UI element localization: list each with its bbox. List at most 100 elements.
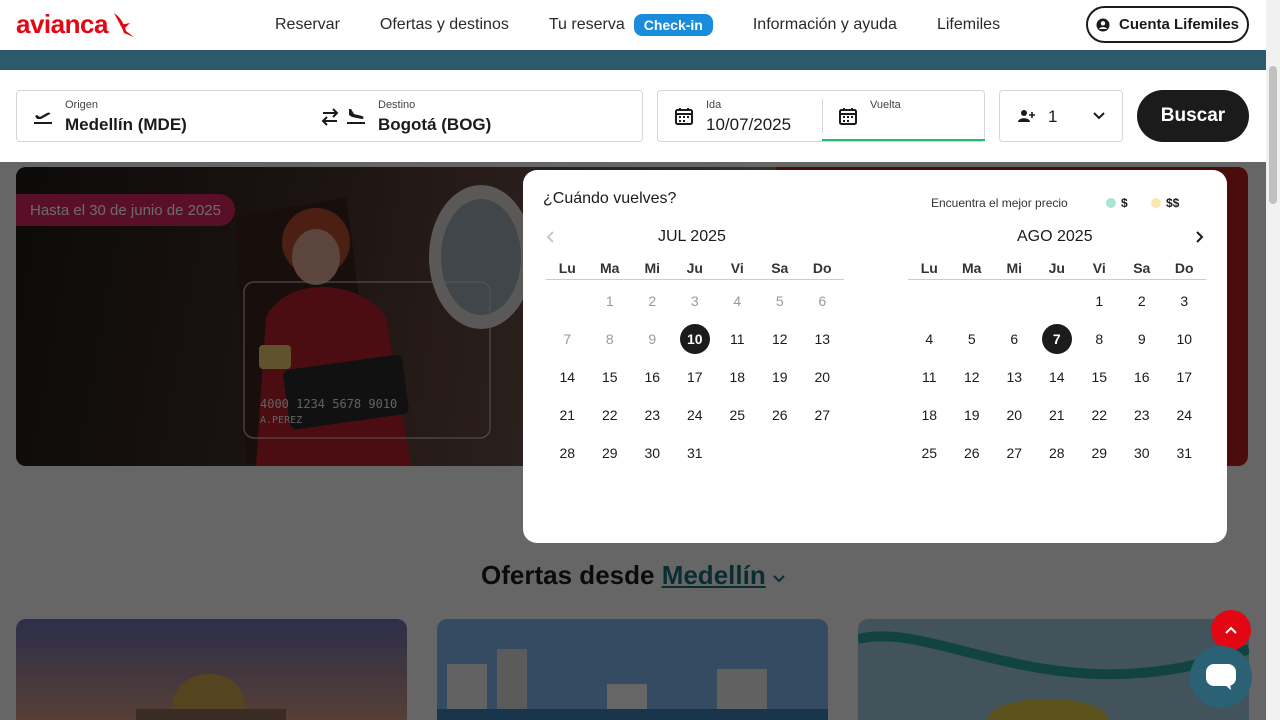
account-label: Cuenta Lifemiles <box>1118 16 1240 33</box>
destination-input[interactable]: Destino Bogotá (BOG) <box>378 91 628 141</box>
origin-label: Origen <box>65 99 99 111</box>
day-cell[interactable]: 4 <box>908 320 951 358</box>
day-number: 26 <box>771 407 788 423</box>
day-cell[interactable]: 20 <box>993 396 1036 434</box>
selected-day[interactable]: 10 <box>674 320 717 358</box>
scroll-to-top-button[interactable] <box>1211 610 1251 650</box>
main-nav: Reservar Ofertas y destinos Tu reserva C… <box>275 0 1040 50</box>
day-cell[interactable]: 14 <box>546 358 589 396</box>
empty-day-cell <box>759 434 802 472</box>
day-cell[interactable]: 21 <box>546 396 589 434</box>
nav-ofertas[interactable]: Ofertas y destinos <box>380 16 509 34</box>
account-lifemiles-button[interactable]: Cuenta Lifemiles <box>1086 6 1249 43</box>
day-cell[interactable]: 3 <box>1163 282 1206 320</box>
day-cell[interactable]: 13 <box>801 320 844 358</box>
offer-card[interactable] <box>437 619 828 720</box>
page-scrollbar[interactable] <box>1266 0 1280 720</box>
day-cell[interactable]: 28 <box>1036 434 1079 472</box>
day-cell[interactable]: 27 <box>993 434 1036 472</box>
day-cell[interactable]: 25 <box>716 396 759 434</box>
day-cell[interactable]: 12 <box>759 320 802 358</box>
nav-tu-reserva[interactable]: Tu reserva <box>549 16 625 34</box>
weekday-label: Sa <box>1133 260 1151 276</box>
origin-value: Medellín (MDE) <box>65 115 187 134</box>
day-number: 13 <box>1006 369 1023 385</box>
day-cell[interactable]: 29 <box>1078 434 1121 472</box>
day-cell[interactable]: 14 <box>1036 358 1079 396</box>
day-cell[interactable]: 21 <box>1036 396 1079 434</box>
day-cell[interactable]: 17 <box>1163 358 1206 396</box>
day-cell[interactable]: 23 <box>1121 396 1164 434</box>
day-cell[interactable]: 30 <box>631 434 674 472</box>
day-cell[interactable]: 26 <box>951 434 994 472</box>
day-cell[interactable]: 29 <box>589 434 632 472</box>
weekday-label: Vi <box>730 260 744 276</box>
avianca-logo[interactable]: avianca <box>16 9 136 40</box>
swap-icon[interactable] <box>319 107 341 127</box>
day-cell[interactable]: 18 <box>908 396 951 434</box>
day-cell[interactable]: 5 <box>951 320 994 358</box>
day-number: 15 <box>1091 369 1108 385</box>
day-cell[interactable]: 20 <box>801 358 844 396</box>
offers-city-selector[interactable]: Medellín <box>662 560 766 590</box>
day-cell[interactable]: 9 <box>1121 320 1164 358</box>
day-cell[interactable]: 12 <box>951 358 994 396</box>
days-grid: 1 2 3 4 5 6 7 8 9 10 11 12 13 14 15 16 17 18 19 20 21 22 23 24 2… <box>546 282 844 472</box>
day-cell[interactable]: 28 <box>546 434 589 472</box>
day-cell[interactable]: 23 <box>631 396 674 434</box>
day-cell: 1 <box>589 282 632 320</box>
day-cell[interactable]: 30 <box>1121 434 1164 472</box>
day-cell[interactable]: 15 <box>1078 358 1121 396</box>
nav-lifemiles[interactable]: Lifemiles <box>937 16 1000 34</box>
day-cell[interactable]: 11 <box>716 320 759 358</box>
day-cell[interactable]: 31 <box>674 434 717 472</box>
day-cell[interactable]: 17 <box>674 358 717 396</box>
day-cell[interactable]: 1 <box>1078 282 1121 320</box>
scrollbar-thumb[interactable] <box>1269 66 1277 204</box>
departure-date-input[interactable]: Ida 10/07/2025 <box>658 91 822 141</box>
day-cell[interactable]: 25 <box>908 434 951 472</box>
day-cell[interactable]: 13 <box>993 358 1036 396</box>
day-cell[interactable]: 24 <box>674 396 717 434</box>
day-cell[interactable]: 16 <box>631 358 674 396</box>
chevron-down-icon[interactable] <box>773 574 785 584</box>
day-cell[interactable]: 26 <box>759 396 802 434</box>
day-cell[interactable]: 6 <box>993 320 1036 358</box>
return-date-input[interactable]: Vuelta <box>822 91 985 141</box>
day-cell[interactable]: 31 <box>1163 434 1206 472</box>
day-cell[interactable]: 27 <box>801 396 844 434</box>
day-cell[interactable]: 8 <box>1078 320 1121 358</box>
day-cell[interactable]: 15 <box>589 358 632 396</box>
passengers-selector[interactable]: 1 <box>999 90 1123 142</box>
nav-reservar[interactable]: Reservar <box>275 16 340 34</box>
next-month-icon[interactable] <box>1192 230 1206 244</box>
day-cell[interactable]: 24 <box>1163 396 1206 434</box>
selected-day[interactable]: 7 <box>1036 320 1079 358</box>
day-cell[interactable]: 19 <box>759 358 802 396</box>
day-cell[interactable]: 22 <box>1078 396 1121 434</box>
prev-month-icon[interactable] <box>544 230 558 244</box>
checkin-badge[interactable]: Check-in <box>633 14 713 36</box>
day-number: 7 <box>563 331 572 347</box>
day-number: 24 <box>686 407 703 423</box>
legend-high-label: $$ <box>1166 196 1180 210</box>
offer-card[interactable] <box>16 619 407 720</box>
origin-input[interactable]: Origen Medellín (MDE) <box>65 91 315 141</box>
day-number: 20 <box>1006 407 1023 423</box>
weekday-label: Do <box>1174 260 1194 276</box>
day-cell[interactable]: 16 <box>1121 358 1164 396</box>
day-cell[interactable]: 10 <box>1163 320 1206 358</box>
day-number: 10 <box>679 324 710 354</box>
day-cell[interactable]: 19 <box>951 396 994 434</box>
nav-informacion[interactable]: Información y ayuda <box>753 16 897 34</box>
day-cell[interactable]: 22 <box>589 396 632 434</box>
day-number: 8 <box>1095 331 1104 347</box>
chat-button[interactable] <box>1190 646 1252 708</box>
search-button[interactable]: Buscar <box>1137 90 1249 142</box>
day-cell[interactable]: 2 <box>1121 282 1164 320</box>
return-date-calendar: ¿Cuándo vuelves? Encuentra el mejor prec… <box>523 170 1227 543</box>
day-number: 31 <box>1176 445 1193 461</box>
day-cell[interactable]: 11 <box>908 358 951 396</box>
day-number: 19 <box>963 407 980 423</box>
day-cell[interactable]: 18 <box>716 358 759 396</box>
